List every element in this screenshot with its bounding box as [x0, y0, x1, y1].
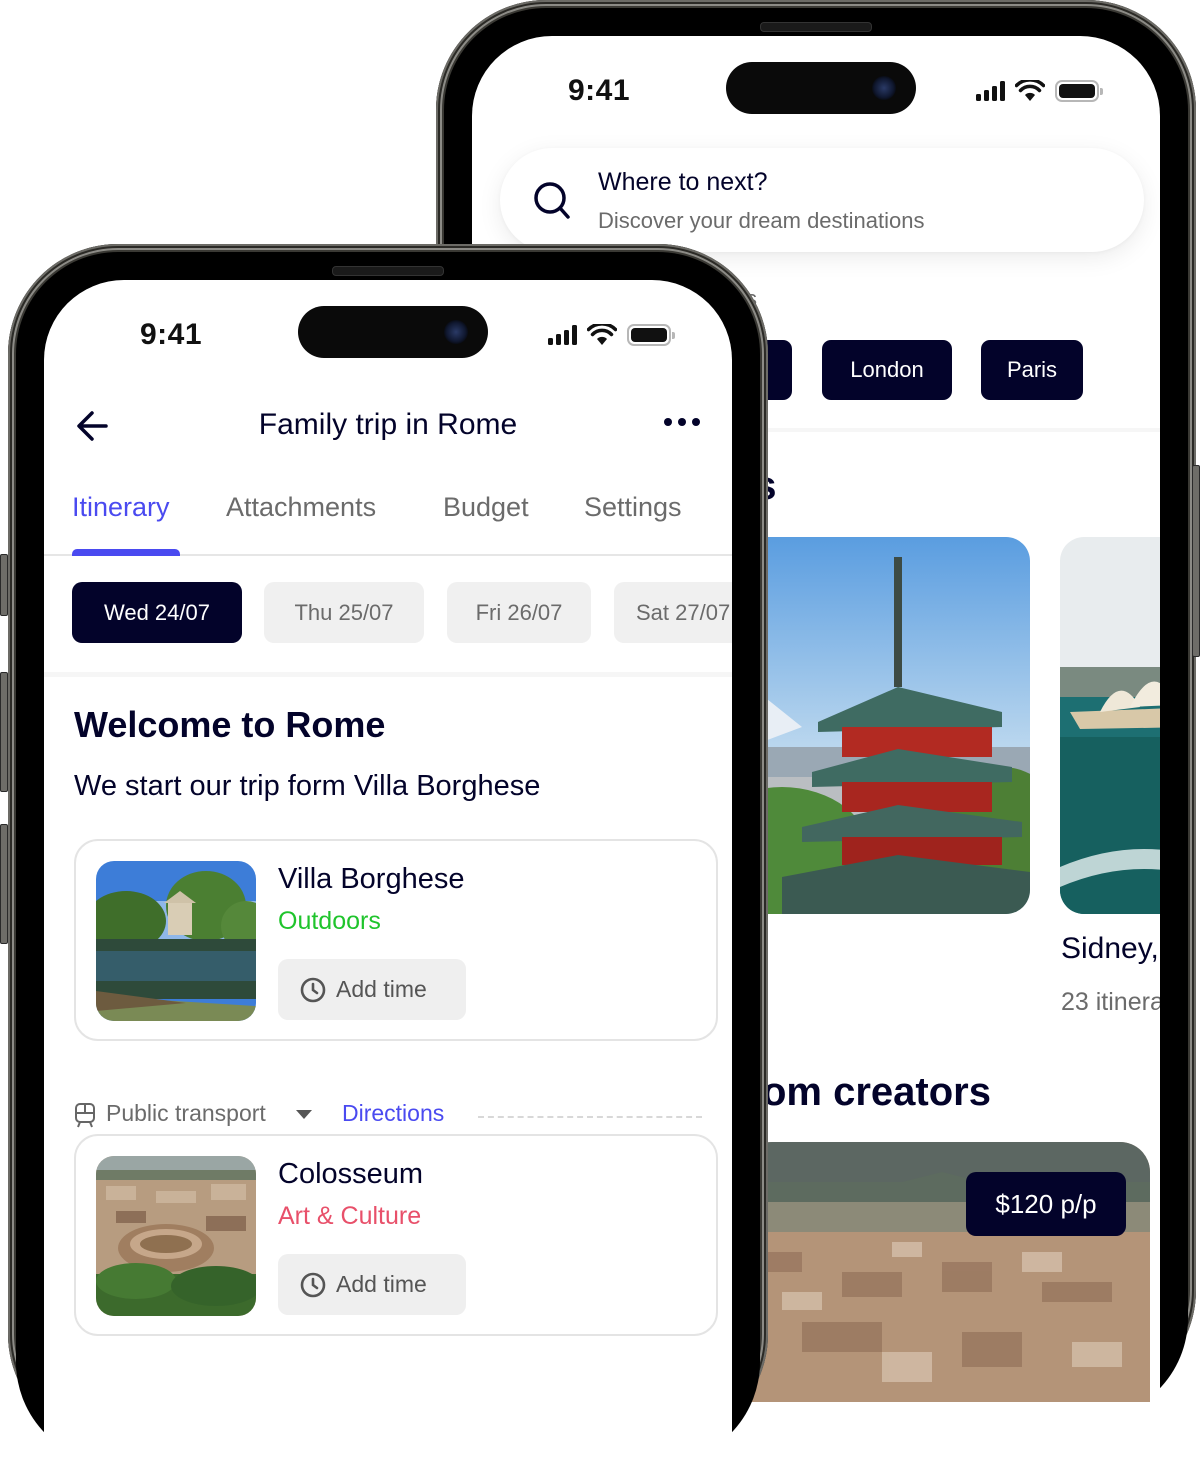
wifi-icon — [587, 324, 617, 345]
status-icons — [976, 80, 1103, 102]
tab-bar: Itinerary Attachments Budget Settings — [44, 492, 732, 556]
itinerary-screen: 9:41 Family trip in Rome Itinerary Attac… — [44, 280, 732, 1484]
search-icon — [534, 182, 570, 219]
front-phone-frame: 9:41 Family trip in Rome Itinerary Attac… — [0, 244, 768, 1484]
tab-settings[interactable]: Settings — [584, 492, 682, 523]
transport-mode-dropdown[interactable]: Public transport — [106, 1100, 266, 1127]
search-bar[interactable]: Where to next? Discover your dream desti… — [500, 148, 1144, 252]
date-chip-thu[interactable]: Thu 25/07 — [264, 582, 424, 643]
route-dashed-line — [478, 1116, 702, 1118]
front-camera — [444, 320, 468, 344]
place-image — [96, 1156, 256, 1316]
tab-itinerary[interactable]: Itinerary — [72, 492, 170, 523]
place-name: Colosseum — [278, 1158, 424, 1190]
sydney-opera-house-photo — [1060, 537, 1160, 914]
volume-down-button — [0, 824, 8, 944]
cellular-signal-icon — [976, 81, 1005, 101]
wifi-icon — [1015, 80, 1045, 101]
more-horizontal-icon[interactable] — [664, 418, 704, 432]
price-badge: $120 p/p — [966, 1172, 1126, 1236]
add-time-button[interactable]: Add time — [278, 959, 466, 1020]
train-icon — [75, 1103, 95, 1128]
clock-icon — [300, 1272, 326, 1297]
power-button — [1192, 465, 1200, 657]
place-card-colosseum[interactable]: Colosseum Art & Culture Add time — [74, 1134, 718, 1336]
status-bar: 9:41 — [472, 36, 1160, 126]
section-divider — [44, 672, 732, 677]
transport-row: Public transport Directions — [74, 1098, 702, 1134]
clock-icon — [300, 977, 326, 1002]
battery-icon — [1055, 80, 1103, 102]
japan-pagoda-photo — [722, 537, 1030, 914]
earpiece-speaker — [332, 266, 444, 276]
phone-bezel: 9:41 Family trip in Rome Itinerary Attac… — [16, 252, 760, 1484]
search-placeholder: Discover your dream destinations — [598, 208, 925, 233]
volume-up-button — [0, 672, 8, 792]
earpiece-speaker — [760, 22, 872, 32]
city-chip-paris[interactable]: Paris — [981, 340, 1083, 400]
colosseum-aerial-photo — [96, 1156, 256, 1316]
status-time: 9:41 — [568, 74, 631, 107]
status-icons — [548, 324, 675, 346]
date-chip-wed[interactable]: Wed 24/07 — [72, 582, 242, 643]
destination-itinerary-count: 23 itinera — [1061, 988, 1160, 1016]
villa-borghese-lake-photo — [96, 861, 256, 1021]
cellular-signal-icon — [548, 325, 577, 345]
welcome-text: We start our trip form Villa Borghese — [74, 770, 541, 802]
place-category: Outdoors — [278, 907, 381, 935]
date-chip-fri[interactable]: Fri 26/07 — [447, 582, 591, 643]
date-chip-sat[interactable]: Sat 27/07 — [614, 582, 732, 643]
add-time-button[interactable]: Add time — [278, 1254, 466, 1315]
destination-card-sydney[interactable] — [1060, 537, 1160, 914]
search-title: Where to next? — [598, 168, 768, 196]
battery-icon — [627, 324, 675, 346]
trip-title: Family trip in Rome — [258, 408, 518, 441]
caret-down-icon[interactable] — [296, 1110, 312, 1119]
welcome-heading: Welcome to Rome — [74, 704, 386, 745]
city-chip-london[interactable]: London — [822, 340, 952, 400]
status-time: 9:41 — [140, 318, 203, 351]
destination-title: Sidney, — [1061, 932, 1159, 965]
front-camera — [872, 76, 896, 100]
add-time-label: Add time — [336, 976, 427, 1002]
dynamic-island — [726, 62, 916, 114]
action-button — [0, 554, 8, 616]
place-card-villa-borghese[interactable]: Villa Borghese Outdoors Add time — [74, 839, 718, 1041]
active-tab-indicator — [72, 549, 180, 556]
tab-attachments[interactable]: Attachments — [226, 492, 376, 523]
creators-heading: om creators — [762, 1070, 991, 1114]
add-time-label: Add time — [336, 1271, 427, 1297]
place-image — [96, 861, 256, 1021]
destination-card-japan[interactable] — [722, 537, 1030, 914]
directions-link[interactable]: Directions — [342, 1100, 444, 1127]
place-category: Art & Culture — [278, 1202, 422, 1230]
tab-budget[interactable]: Budget — [443, 492, 529, 523]
status-bar: 9:41 — [44, 280, 732, 370]
dynamic-island — [298, 306, 488, 358]
app-header: Family trip in Rome — [44, 390, 732, 460]
place-name: Villa Borghese — [278, 863, 465, 895]
